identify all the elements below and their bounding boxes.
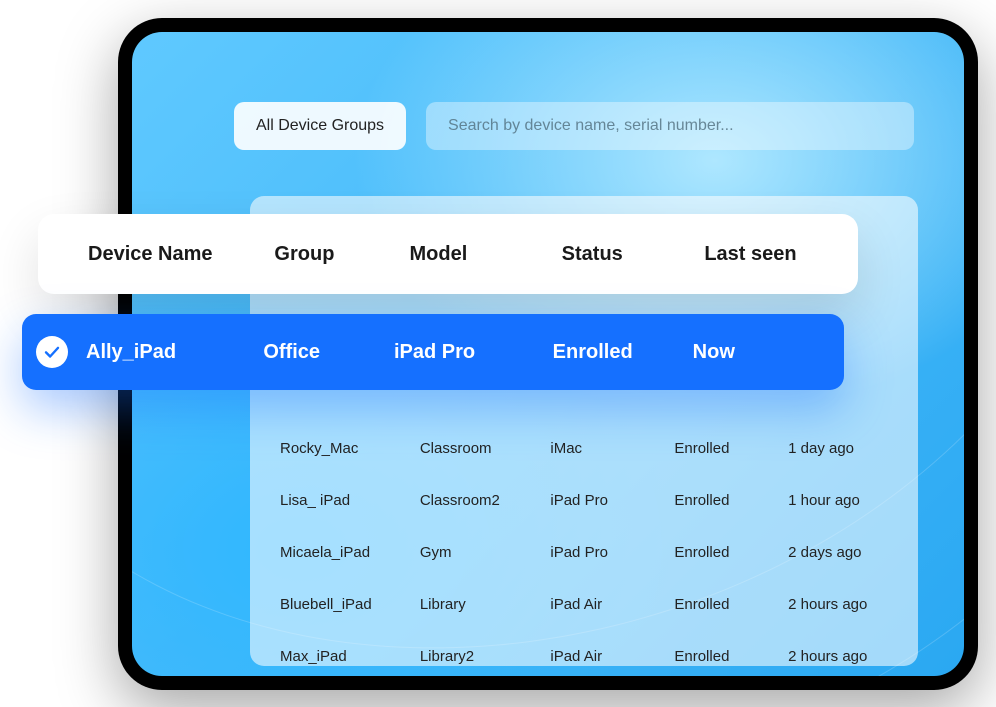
- device-groups-filter-button[interactable]: All Device Groups: [234, 102, 406, 150]
- column-header-status[interactable]: Status: [562, 243, 705, 266]
- device-status: Enrolled: [674, 544, 788, 561]
- device-last: 1 day ago: [788, 440, 900, 457]
- column-header-last-seen[interactable]: Last seen: [704, 243, 828, 266]
- device-status: Enrolled: [674, 596, 788, 613]
- device-row[interactable]: Lisa_ iPadClassroom2iPad ProEnrolled1 ho…: [280, 474, 900, 526]
- device-model: iMac: [550, 440, 674, 457]
- device-row[interactable]: Micaela_iPadGymiPad ProEnrolled2 days ag…: [280, 526, 900, 578]
- device-group: Gym: [420, 544, 551, 561]
- device-row[interactable]: Max_iPadLibrary2iPad AirEnrolled2 hours …: [280, 630, 900, 676]
- column-header-group[interactable]: Group: [274, 243, 409, 266]
- device-group: Classroom: [420, 440, 551, 457]
- device-list-rows: Rocky_MacClassroomiMacEnrolled1 day agoL…: [280, 422, 900, 676]
- selected-device-name: Ally_iPad: [86, 341, 263, 364]
- device-model: iPad Air: [550, 648, 674, 665]
- device-last: 2 hours ago: [788, 596, 900, 613]
- column-header-device-name[interactable]: Device Name: [88, 243, 274, 266]
- search-input[interactable]: [426, 102, 914, 150]
- device-status: Enrolled: [674, 648, 788, 665]
- top-bar: All Device Groups: [234, 102, 914, 150]
- table-header: Device Name Group Model Status Last seen: [38, 214, 858, 294]
- checkmark-icon: [36, 336, 68, 368]
- device-status: Enrolled: [674, 492, 788, 509]
- device-row[interactable]: Rocky_MacClassroomiMacEnrolled1 day ago: [280, 422, 900, 474]
- device-group: Classroom2: [420, 492, 551, 509]
- device-row-selected[interactable]: Ally_iPad Office iPad Pro Enrolled Now: [22, 314, 844, 390]
- device-group: Library: [420, 596, 551, 613]
- device-row[interactable]: Bluebell_iPadLibraryiPad AirEnrolled2 ho…: [280, 578, 900, 630]
- device-name: Rocky_Mac: [280, 440, 420, 457]
- device-model: iPad Pro: [550, 544, 674, 561]
- device-last: 2 hours ago: [788, 648, 900, 665]
- device-name: Bluebell_iPad: [280, 596, 420, 613]
- selected-device-status: Enrolled: [553, 341, 693, 364]
- selected-device-last: Now: [693, 341, 814, 364]
- device-name: Lisa_ iPad: [280, 492, 420, 509]
- device-model: iPad Air: [550, 596, 674, 613]
- device-status: Enrolled: [674, 440, 788, 457]
- device-group: Library2: [420, 648, 551, 665]
- device-name: Max_iPad: [280, 648, 420, 665]
- selected-device-model: iPad Pro: [394, 341, 553, 364]
- column-header-model[interactable]: Model: [409, 243, 561, 266]
- device-last: 1 hour ago: [788, 492, 900, 509]
- device-name: Micaela_iPad: [280, 544, 420, 561]
- selected-device-group: Office: [263, 341, 394, 364]
- device-last: 2 days ago: [788, 544, 900, 561]
- device-model: iPad Pro: [550, 492, 674, 509]
